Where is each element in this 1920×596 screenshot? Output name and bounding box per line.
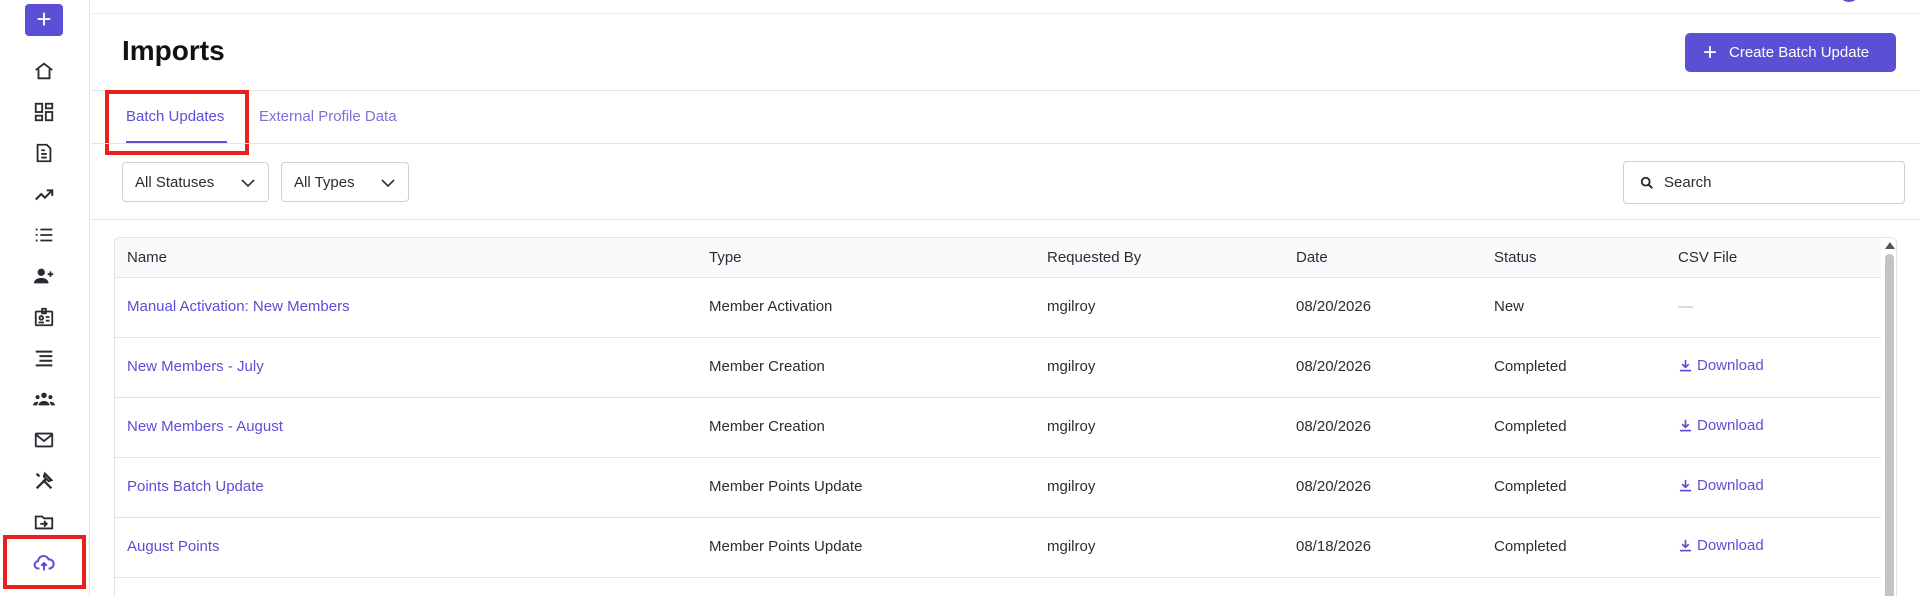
table-row: New Members - July Member Creation mgilr… [115, 338, 1881, 398]
row-status: Completed [1494, 478, 1567, 495]
add-user-icon[interactable] [27, 261, 61, 291]
download-icon [1679, 539, 1692, 552]
search-icon [1640, 176, 1653, 189]
imports-page: + Imports + Create Batch Update Batch Up… [0, 0, 1920, 596]
add-button[interactable]: + [25, 4, 63, 36]
row-csv-empty: — [1678, 298, 1693, 315]
scroll-up-arrow-icon[interactable] [1885, 242, 1895, 249]
row-requested-by: mgilroy [1047, 358, 1096, 375]
column-header-date[interactable]: Date [1296, 249, 1328, 266]
row-status: Completed [1494, 538, 1567, 555]
row-date: 08/18/2026 [1296, 538, 1372, 555]
download-label: Download [1697, 357, 1764, 374]
table-row: Manual Activation: New Members Member Ac… [115, 278, 1881, 338]
status-filter-value: All Statuses [135, 173, 215, 191]
row-type: Member Creation [709, 418, 825, 435]
avatar[interactable] [1838, 0, 1860, 2]
lines-icon[interactable] [27, 343, 61, 373]
page-title: Imports [122, 35, 225, 66]
column-header-status[interactable]: Status [1494, 249, 1537, 266]
download-label: Download [1697, 477, 1764, 494]
download-icon [1679, 479, 1692, 492]
table-row: New Members - August Member Creation mgi… [115, 398, 1881, 458]
trending-icon[interactable] [27, 179, 61, 209]
imports-table: Name Type Requested By Date Status CSV F… [114, 237, 1897, 596]
scroll-thumb[interactable] [1885, 254, 1894, 596]
tabs-divider [91, 143, 1920, 144]
badge-icon[interactable] [27, 302, 61, 332]
list-icon[interactable] [27, 220, 61, 250]
tab-highlight [105, 90, 249, 155]
chevron-down-icon [381, 179, 395, 188]
download-link[interactable]: Download [1679, 417, 1764, 434]
search-input[interactable]: Search [1623, 161, 1905, 204]
table-header: Name Type Requested By Date Status CSV F… [115, 238, 1881, 278]
row-requested-by: mgilroy [1047, 418, 1096, 435]
row-name-link[interactable]: New Members - August [127, 418, 283, 435]
sidebar: + [0, 0, 90, 596]
row-status: Completed [1494, 358, 1567, 375]
search-placeholder: Search [1664, 174, 1712, 191]
download-link[interactable]: Download [1679, 537, 1764, 554]
header-divider [91, 90, 1920, 91]
status-filter-select[interactable]: All Statuses [122, 162, 269, 202]
row-type: Member Creation [709, 358, 825, 375]
row-date: 08/20/2026 [1296, 358, 1372, 375]
mail-icon[interactable] [27, 425, 61, 455]
tools-icon[interactable] [27, 466, 61, 496]
row-type: Member Points Update [709, 478, 863, 495]
type-filter-select[interactable]: All Types [281, 162, 409, 202]
create-batch-update-button[interactable]: + Create Batch Update [1685, 33, 1896, 72]
create-batch-update-label: Create Batch Update [1729, 44, 1870, 61]
download-icon [1679, 419, 1692, 432]
download-label: Download [1697, 417, 1764, 434]
row-date: 08/20/2026 [1296, 418, 1372, 435]
row-requested-by: mgilroy [1047, 298, 1096, 315]
column-header-csv-file[interactable]: CSV File [1678, 249, 1737, 266]
dashboard-icon[interactable] [27, 97, 61, 127]
row-requested-by: mgilroy [1047, 478, 1096, 495]
topbar-divider [91, 13, 1920, 14]
home-icon[interactable] [27, 56, 61, 86]
download-link[interactable]: Download [1679, 357, 1764, 374]
row-status: New [1494, 298, 1525, 315]
column-header-name[interactable]: Name [127, 249, 167, 266]
table-row: Points Batch Update Member Points Update… [115, 458, 1881, 518]
row-date: 08/20/2026 [1296, 478, 1372, 495]
row-type: Member Activation [709, 298, 833, 315]
filters-divider [91, 219, 1920, 220]
column-header-requested-by[interactable]: Requested By [1047, 249, 1141, 266]
row-status: Completed [1494, 418, 1567, 435]
chevron-down-icon [241, 179, 255, 188]
row-name-link[interactable]: August Points [127, 538, 220, 555]
row-name-link[interactable]: Manual Activation: New Members [127, 298, 350, 315]
folder-import-icon[interactable] [27, 507, 61, 537]
group-icon[interactable] [27, 384, 61, 414]
row-name-link[interactable]: Points Batch Update [127, 478, 264, 495]
table-scrollbar[interactable] [1882, 238, 1896, 596]
plus-icon: + [1703, 38, 1718, 66]
tab-external-profile-data[interactable]: External Profile Data [259, 108, 397, 125]
download-label: Download [1697, 537, 1764, 554]
column-header-type[interactable]: Type [709, 249, 742, 266]
download-icon [1679, 359, 1692, 372]
type-filter-value: All Types [294, 173, 355, 191]
table-row: August Points Member Points Update mgilr… [115, 518, 1881, 578]
active-item-highlight [3, 535, 86, 589]
row-type: Member Points Update [709, 538, 863, 555]
download-link[interactable]: Download [1679, 477, 1764, 494]
row-requested-by: mgilroy [1047, 538, 1096, 555]
row-name-link[interactable]: New Members - July [127, 358, 264, 375]
row-date: 08/20/2026 [1296, 298, 1372, 315]
document-icon[interactable] [27, 138, 61, 168]
